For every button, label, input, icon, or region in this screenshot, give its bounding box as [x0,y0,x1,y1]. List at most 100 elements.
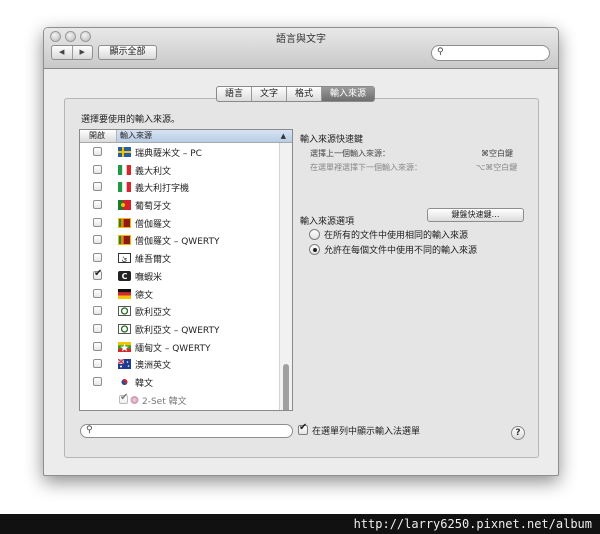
show-input-menu-checkbox[interactable] [298,422,308,435]
input-source-label: 瑞典薩米文 – PC [135,149,202,159]
svg-text:ئ: ئ [122,255,128,263]
portugal-flag [118,200,131,211]
uyghur-icon: ئ [118,253,131,264]
watermark-url: http://larry6250.pixnet.net/album [0,514,600,534]
sri-lanka-flag [118,217,131,228]
input-source-label: 緬甸文 – QWERTY [135,343,211,354]
myanmar-flag [118,341,131,352]
options-section-title: 輸入來源選項 [300,217,355,227]
radio-same-source-label: 在所有的文件中使用相同的輸入來源 [324,231,469,241]
input-source-label: 德文 [135,290,154,301]
window-title: 語言與文字 [276,34,326,45]
radio-same-source[interactable] [309,229,320,240]
input-source-checkbox[interactable] [93,217,102,227]
prev-source-label: 選擇上一個輸入來源： [310,149,390,158]
tab-text[interactable]: 文字 [251,87,286,101]
input-source-checkbox[interactable] [93,164,102,174]
next-source-shortcut: ⌥⌘空白鍵 [476,163,518,172]
prev-source-shortcut: ⌘空白鍵 [481,149,513,158]
input-source-label: 歐利亞文 [135,308,172,319]
input-sources-instruction: 選擇要使用的輸入來源。 [81,115,181,125]
italy-flag [118,182,131,193]
show-all-button[interactable]: 顯示全部 [98,45,157,60]
list-item[interactable]: ئ 維吾爾文 [80,249,280,267]
australia-flag [117,358,131,370]
scrollbar-thumb[interactable] [283,364,289,410]
show-input-menu-label: 在選單列中顯示輸入法選單 [312,427,421,437]
sweden-flag [118,147,131,157]
column-header-enabled[interactable]: 開啟 [80,130,117,142]
next-source-label: 在選單裡選擇下一個輸入來源： [310,163,422,172]
boshiamy-icon: C [118,270,131,281]
search-icon: ⚲ [437,47,444,57]
list-rows: 瑞典薩米文 – PC 義大利文義大利打字機 葡萄牙文僧伽羅文僧伽羅文 – QWERT… [80,143,280,408]
input-source-checkbox[interactable] [93,253,102,263]
tab-language[interactable]: 語言 [217,87,251,101]
sort-ascending-icon: ▲ [280,132,286,140]
input-source-checkbox[interactable] [93,182,102,192]
input-source-label: 歐利亞文 – QWERTY [135,325,220,336]
input-source-label: 維吾爾文 [135,255,172,266]
input-source-label: 義大利文 [135,166,172,177]
tab-bar: 語言 文字 格式 輸入來源 [216,86,376,102]
list-item[interactable]: 僧伽羅文 [80,214,280,232]
sri-lanka-flag [118,235,131,246]
svg-text:C: C [122,272,128,281]
list-item[interactable]: 德文 [80,285,280,303]
keyboard-shortcuts-button[interactable]: 鍵盤快速鍵… [427,208,524,222]
input-source-checkbox[interactable] [93,147,102,156]
list-scrollbar[interactable] [279,143,292,410]
input-source-checkbox[interactable] [93,341,102,351]
list-item[interactable]: C 嘸蝦米 [80,267,280,285]
input-source-checkbox[interactable] [93,376,102,386]
list-item[interactable]: 義大利文 [80,161,280,179]
back-forward-control: ◀ ▶ [51,45,93,60]
input-source-checkbox[interactable] [93,200,102,210]
list-item[interactable]: 韓文 [80,373,280,391]
back-button[interactable]: ◀ [52,46,72,59]
input-source-label: 僧伽羅文 [135,219,172,230]
list-item[interactable]: 歐利亞文 – QWERTY [80,320,280,338]
germany-flag [118,288,131,299]
title-bar: 語言與文字 ◀ ▶ 顯示全部 ⚲ [44,28,558,69]
input-source-label: 僧伽羅文 – QWERTY [135,237,220,248]
input-source-checkbox[interactable] [93,359,102,369]
list-item[interactable]: 葡萄牙文 [80,196,280,214]
input-source-checkbox[interactable] [93,288,102,298]
input-source-checkbox[interactable] [93,306,102,316]
list-item[interactable]: 歐利亞文 [80,302,280,320]
list-item[interactable]: 瑞典薩米文 – PC [80,143,280,161]
input-source-label: 2-Set 韓文 [142,396,187,407]
list-header: 開啟 輸入來源 ▲ [80,130,292,143]
list-item[interactable]: 2-Set 韓文 [80,391,280,409]
tab-formats[interactable]: 格式 [286,87,321,101]
toolbar-search-input[interactable]: ⚲ [431,45,550,61]
input-source-label: 澳洲英文 [135,361,172,372]
column-header-source-label: 輸入來源 [120,131,152,140]
list-item[interactable]: 僧伽羅文 – QWERTY [80,231,280,249]
radio-different-source[interactable] [309,244,320,255]
input-source-search-input[interactable]: ⚲ [80,424,293,438]
korea-flag [118,376,131,387]
list-item[interactable]: 緬甸文 – QWERTY [80,338,280,356]
oriya-icon [118,306,131,317]
korean-ime-icon [128,395,141,405]
radio-different-source-label: 允許在每個文件中使用不同的輸入來源 [324,246,478,256]
column-header-source[interactable]: 輸入來源 ▲ [117,130,292,142]
preferences-window: 語言與文字 ◀ ▶ 顯示全部 ⚲ 語言 文字 格式 輸入來源 選擇要使用的輸入來… [43,27,559,476]
italy-flag [118,164,131,175]
help-button[interactable]: ? [511,426,525,440]
shortcuts-section-title: 輸入來源快速鍵 [300,135,364,145]
forward-button[interactable]: ▶ [71,46,93,59]
list-item[interactable]: 義大利打字機 [80,178,280,196]
input-source-label: 嘸蝦米 [135,272,163,283]
input-source-checkbox[interactable] [119,392,128,404]
input-source-checkbox[interactable] [93,323,102,333]
list-item[interactable]: 澳洲英文 [80,355,280,373]
input-source-label: 義大利打字機 [135,184,190,195]
tab-input-sources[interactable]: 輸入來源 [321,87,375,101]
input-source-checkbox[interactable] [93,268,102,280]
search-icon: ⚲ [86,425,93,435]
input-source-checkbox[interactable] [93,235,102,245]
input-sources-list: 開啟 輸入來源 ▲ 瑞典薩米文 – PC 義大利文義大利打字機 葡萄牙文僧伽羅文僧伽… [79,129,293,411]
